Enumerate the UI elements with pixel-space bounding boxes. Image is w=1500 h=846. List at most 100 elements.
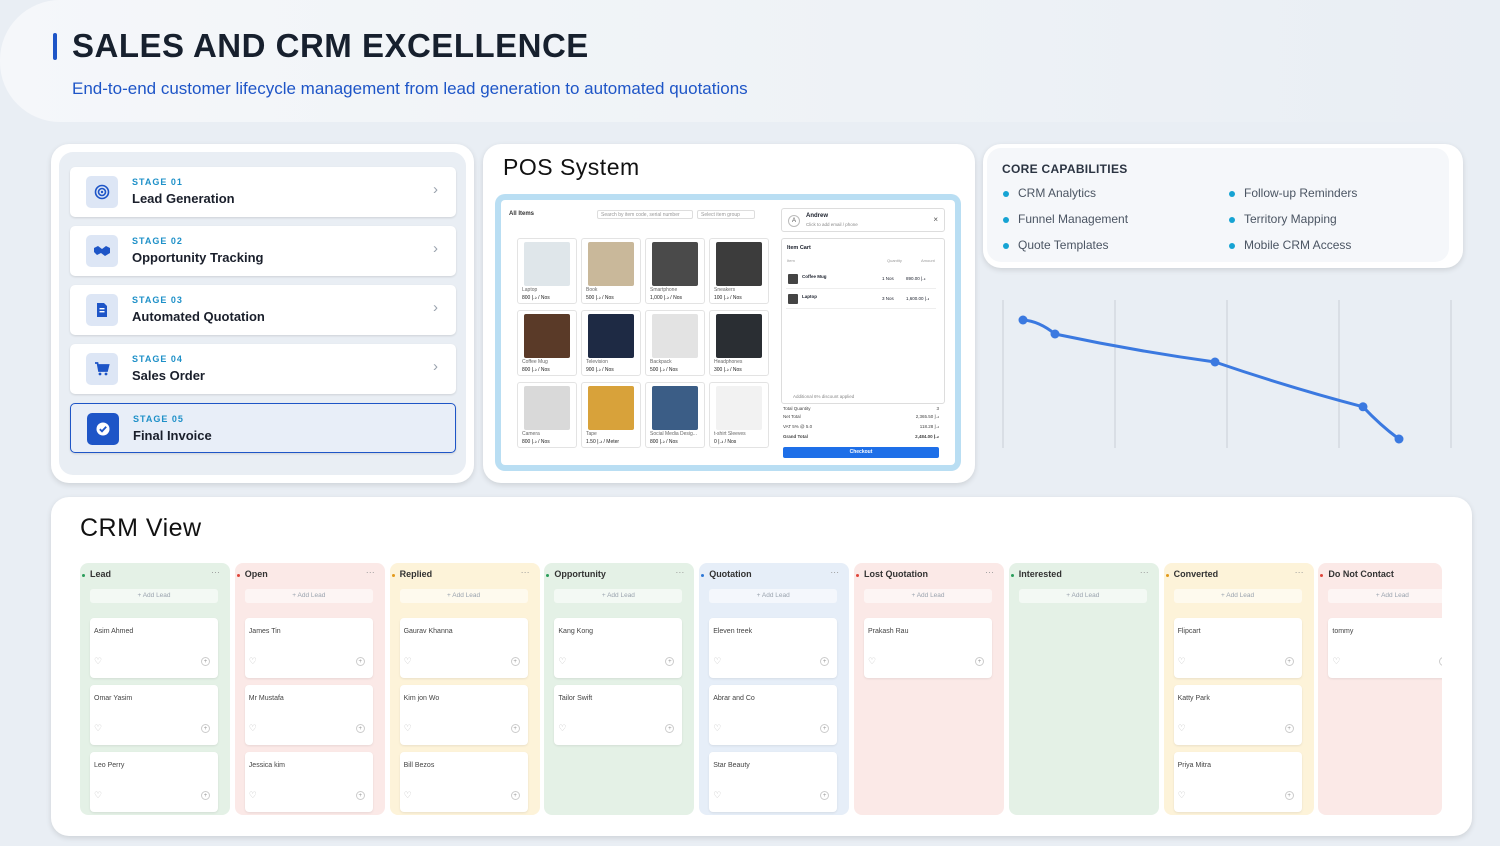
product-tile[interactable]: Camera 800 د.إ / Nos [517, 382, 577, 448]
add-lead-button[interactable]: + Add Lead [864, 589, 992, 603]
product-tile[interactable]: Headphones 300 د.إ / Nos [709, 310, 769, 376]
heart-icon[interactable]: ♡ [94, 790, 102, 801]
heart-icon[interactable]: ♡ [713, 790, 721, 801]
add-icon[interactable]: + [665, 657, 675, 666]
add-lead-button[interactable]: + Add Lead [1173, 589, 1302, 603]
lead-card[interactable]: Priya Mitra ♡ + [1173, 752, 1302, 812]
add-lead-button[interactable]: + Add Lead [1018, 589, 1147, 603]
lead-card[interactable]: James Tin ♡ + [244, 618, 373, 678]
add-icon[interactable]: + [820, 657, 830, 666]
lead-card[interactable]: Kang Kong ♡ + [554, 618, 683, 678]
stage-final-invoice[interactable]: STAGE 05 Final Invoice [70, 403, 456, 453]
add-icon[interactable]: + [510, 657, 520, 666]
status-dot [236, 574, 240, 577]
heart-icon[interactable]: ♡ [404, 656, 412, 667]
close-icon[interactable]: × [933, 215, 938, 224]
lead-card[interactable]: Katty Park ♡ + [1173, 685, 1302, 745]
product-tile[interactable]: Smartphone 1,000 د.إ / Nos [645, 238, 705, 304]
column-menu-icon[interactable]: ··· [675, 567, 684, 577]
add-icon[interactable]: + [1284, 724, 1294, 733]
lead-card[interactable]: Leo Perry ♡ + [90, 752, 218, 812]
lead-card[interactable]: Flipcart ♡ + [1173, 618, 1302, 678]
add-icon[interactable]: + [975, 657, 984, 666]
heart-icon[interactable]: ♡ [404, 790, 412, 801]
lead-card[interactable]: Bill Bezos ♡ + [399, 752, 528, 812]
product-tile[interactable]: Coffee Mug 800 د.إ / Nos [517, 310, 577, 376]
heart-icon[interactable]: ♡ [1178, 790, 1186, 801]
heart-icon[interactable]: ♡ [249, 723, 257, 734]
item-group-select[interactable]: Select item group [697, 210, 755, 219]
heart-icon[interactable]: ♡ [868, 656, 876, 667]
item-search-input[interactable]: Search by item code, serial number [597, 210, 693, 219]
add-icon[interactable]: + [201, 724, 210, 733]
lead-card[interactable]: Asim Ahmed ♡ + [90, 618, 218, 678]
add-lead-button[interactable]: + Add Lead [90, 589, 218, 603]
stage-lead-generation[interactable]: STAGE 01 Lead Generation › [70, 167, 456, 217]
stage-automated-quotation[interactable]: STAGE 03 Automated Quotation › [70, 285, 456, 335]
product-name: Social Media Desig... [650, 431, 697, 437]
heart-icon[interactable]: ♡ [1178, 656, 1186, 667]
add-icon[interactable]: + [1439, 657, 1442, 666]
heart-icon[interactable]: ♡ [94, 656, 102, 667]
column-menu-icon[interactable]: ··· [1140, 567, 1149, 577]
stage-opportunity-tracking[interactable]: STAGE 02 Opportunity Tracking › [70, 226, 456, 276]
product-tile[interactable]: Tape 1.50 د.إ / Meter [581, 382, 641, 448]
add-lead-button[interactable]: + Add Lead [399, 589, 528, 603]
add-icon[interactable]: + [355, 791, 365, 800]
heart-icon[interactable]: ♡ [713, 656, 721, 667]
lead-card[interactable]: Gaurav Khanna ♡ + [399, 618, 528, 678]
lead-card[interactable]: Eleven treek ♡ + [709, 618, 838, 678]
lead-card[interactable]: Tailor Swift ♡ + [554, 685, 683, 745]
add-icon[interactable]: + [510, 724, 520, 733]
lead-card[interactable]: Star Beauty ♡ + [709, 752, 838, 812]
add-icon[interactable]: + [665, 724, 675, 733]
column-menu-icon[interactable]: ··· [211, 567, 220, 577]
column-menu-icon[interactable]: ··· [1295, 567, 1304, 577]
product-tile[interactable]: t-shirt Sleeves 0 د.إ / Nos [709, 382, 769, 448]
heart-icon[interactable]: ♡ [713, 723, 721, 734]
cart-item[interactable]: Laptop 3 Nos 1,600.00 د.إ [786, 291, 936, 309]
heart-icon[interactable]: ♡ [249, 790, 257, 801]
add-icon[interactable]: + [355, 657, 365, 666]
heart-icon[interactable]: ♡ [249, 656, 257, 667]
add-icon[interactable]: + [355, 724, 365, 733]
heart-icon[interactable]: ♡ [1178, 723, 1186, 734]
add-icon[interactable]: + [1284, 791, 1294, 800]
add-icon[interactable]: + [510, 791, 520, 800]
column-menu-icon[interactable]: ··· [366, 567, 375, 577]
column-menu-icon[interactable]: ··· [985, 567, 994, 577]
product-tile[interactable]: Backpack 500 د.إ / Nos [645, 310, 705, 376]
add-lead-button[interactable]: + Add Lead [554, 589, 683, 603]
checkout-button[interactable]: Checkout [783, 447, 939, 458]
product-tile[interactable]: Television 900 د.إ / Nos [581, 310, 641, 376]
lead-card[interactable]: Abrar and Co ♡ + [709, 685, 838, 745]
add-icon[interactable]: + [1284, 657, 1294, 666]
product-tile[interactable]: Laptop 800 د.إ / Nos [517, 238, 577, 304]
cart-item[interactable]: Coffee Mug 1 Nos 890.00 د.إ [786, 271, 936, 289]
add-icon[interactable]: + [201, 791, 210, 800]
lead-card[interactable]: Omar Yasim ♡ + [90, 685, 218, 745]
lead-card[interactable]: Kim jon Wo ♡ + [399, 685, 528, 745]
add-icon[interactable]: + [820, 791, 830, 800]
add-icon[interactable]: + [820, 724, 830, 733]
product-tile[interactable]: Book 500 د.إ / Nos [581, 238, 641, 304]
add-lead-button[interactable]: + Add Lead [244, 589, 373, 603]
heart-icon[interactable]: ♡ [558, 656, 566, 667]
stage-sales-order[interactable]: STAGE 04 Sales Order › [70, 344, 456, 394]
product-tile[interactable]: Sneakers 100 د.إ / Nos [709, 238, 769, 304]
lead-card[interactable]: Prakash Rau ♡ + [864, 618, 992, 678]
heart-icon[interactable]: ♡ [558, 723, 566, 734]
heart-icon[interactable]: ♡ [94, 723, 102, 734]
lead-card[interactable]: Mr Mustafa ♡ + [244, 685, 373, 745]
lead-card[interactable]: tommy ♡ + [1328, 618, 1442, 678]
add-lead-button[interactable]: + Add Lead [1328, 589, 1442, 603]
column-menu-icon[interactable]: ··· [521, 567, 530, 577]
add-icon[interactable]: + [201, 657, 210, 666]
heart-icon[interactable]: ♡ [1332, 656, 1340, 667]
product-tile[interactable]: Social Media Desig... 800 د.إ / Nos [645, 382, 705, 448]
column-menu-icon[interactable]: ··· [830, 567, 839, 577]
heart-icon[interactable]: ♡ [404, 723, 412, 734]
lead-card[interactable]: Jessica kim ♡ + [244, 752, 373, 812]
add-lead-button[interactable]: + Add Lead [709, 589, 838, 603]
customer-box[interactable]: A Andrew Click to add email / phone × [781, 208, 945, 232]
